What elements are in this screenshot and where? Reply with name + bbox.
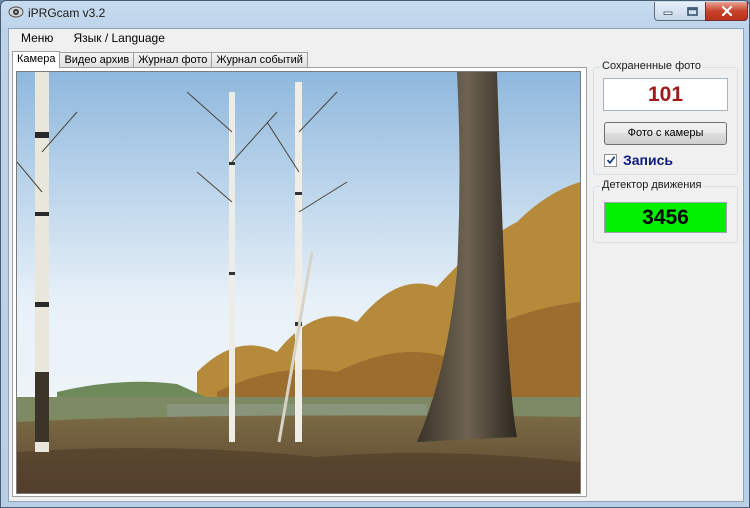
- record-checkbox[interactable]: [604, 153, 617, 167]
- menu-item-menu[interactable]: Меню: [9, 29, 63, 48]
- camera-image: [17, 72, 580, 493]
- camera-tab-page: [12, 67, 587, 497]
- minimize-button[interactable]: [654, 2, 681, 21]
- tab-strip: Камера Видео архив Журнал фото Журнал со…: [12, 51, 308, 68]
- maximize-button[interactable]: [680, 2, 706, 21]
- record-label: Запись: [623, 152, 674, 168]
- webcam-icon: [8, 6, 24, 18]
- tab-video-archive[interactable]: Видео архив: [59, 52, 135, 68]
- minimize-icon: [663, 11, 672, 15]
- title-bar[interactable]: iPRGcam v3.2: [1, 1, 749, 25]
- app-window: iPRGcam v3.2 Меню Язык / Language Камера…: [0, 0, 750, 508]
- saved-photos-group: Сохраненные фото 101 Фото с камеры Запис…: [593, 60, 738, 175]
- motion-detector-value: 3456: [604, 202, 727, 233]
- motion-detector-label: Детектор движения: [600, 179, 704, 191]
- close-button[interactable]: [705, 2, 748, 21]
- saved-photos-label: Сохраненные фото: [600, 60, 704, 72]
- window-title: iPRGcam v3.2: [28, 6, 106, 20]
- menu-bar: Меню Язык / Language: [9, 29, 743, 48]
- tab-event-log[interactable]: Журнал событий: [211, 52, 308, 68]
- camera-feed: [16, 71, 581, 494]
- menu-item-language[interactable]: Язык / Language: [63, 29, 174, 48]
- check-icon: [606, 156, 615, 165]
- tab-photo-log[interactable]: Журнал фото: [133, 52, 213, 68]
- motion-detector-group: Детектор движения 3456: [593, 179, 738, 243]
- close-icon: [721, 6, 732, 16]
- record-toggle[interactable]: Запись: [604, 152, 673, 168]
- client-area: Меню Язык / Language Камера Видео архив …: [8, 28, 744, 502]
- maximize-icon: [687, 6, 698, 16]
- take-photo-button[interactable]: Фото с камеры: [604, 122, 727, 145]
- saved-photos-count: 101: [603, 78, 728, 111]
- tab-camera[interactable]: Камера: [12, 51, 61, 68]
